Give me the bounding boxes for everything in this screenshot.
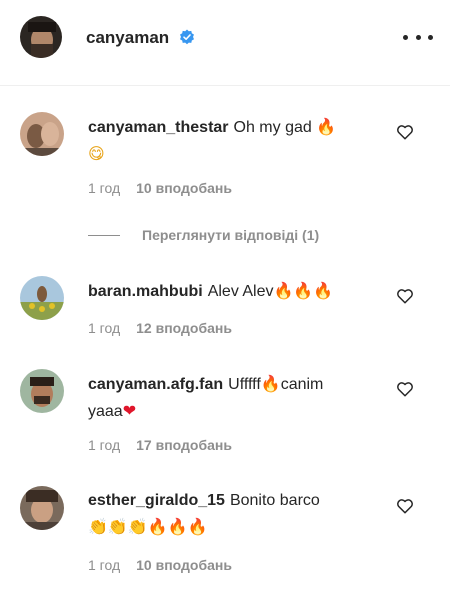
comment-text: Oh my gad bbox=[233, 119, 312, 136]
comment-time[interactable]: 1 год bbox=[88, 557, 120, 573]
replies-divider bbox=[88, 234, 120, 236]
comment-likes[interactable]: 10 вподобань bbox=[136, 557, 232, 573]
view-replies-label: Переглянути відповіді (1) bbox=[142, 227, 320, 243]
heart-outline-icon[interactable] bbox=[396, 123, 414, 141]
fire-emoji: 🔥 bbox=[316, 117, 337, 136]
comment-username[interactable]: baran.mahbubi bbox=[88, 283, 203, 300]
comment-time[interactable]: 1 год bbox=[88, 180, 120, 196]
comment-meta: 1 год 17 вподобань bbox=[88, 437, 232, 453]
heart-outline-icon[interactable] bbox=[396, 380, 414, 398]
comment-body: canyaman_thestar Oh my gad 🔥 😋 bbox=[88, 114, 378, 168]
comment-username[interactable]: canyaman_thestar bbox=[88, 119, 229, 136]
clapping-hands-emoji: 👏👏👏 bbox=[88, 517, 148, 536]
comment-meta: 1 год 10 вподобань bbox=[88, 557, 232, 573]
fire-emoji: 🔥 bbox=[260, 374, 281, 393]
comment-text: Ufffff bbox=[228, 376, 261, 393]
comment-text: Alev Alev bbox=[207, 283, 274, 300]
fire-emoji: 🔥🔥🔥 bbox=[273, 281, 334, 300]
comment-username[interactable]: canyaman.afg.fan bbox=[88, 376, 223, 393]
comment-avatar[interactable] bbox=[20, 276, 64, 320]
comment-body: baran.mahbubi Alev Alev🔥🔥🔥 bbox=[88, 278, 378, 305]
comment-text-continued: canim bbox=[280, 376, 324, 393]
comment-avatar[interactable] bbox=[20, 369, 64, 413]
comment-likes[interactable]: 10 вподобань bbox=[136, 180, 232, 196]
comment-meta: 1 год 12 вподобань bbox=[88, 320, 232, 336]
comment-body: esther_giraldo_15 Bonito barco 👏👏👏🔥🔥🔥 bbox=[88, 488, 378, 541]
comment-avatar[interactable] bbox=[20, 486, 64, 530]
author-avatar[interactable] bbox=[20, 16, 62, 58]
comment-likes[interactable]: 17 вподобань bbox=[136, 437, 232, 453]
comment-avatar[interactable] bbox=[20, 112, 64, 156]
comment-time[interactable]: 1 год bbox=[88, 437, 120, 453]
view-replies-button[interactable]: Переглянути відповіді (1) bbox=[88, 227, 319, 243]
red-heart-emoji: ❤ bbox=[122, 401, 137, 420]
comment-time[interactable]: 1 год bbox=[88, 320, 120, 336]
heart-outline-icon[interactable] bbox=[396, 497, 414, 515]
comment-meta: 1 год 10 вподобань bbox=[88, 180, 232, 196]
author-username[interactable]: canyaman bbox=[86, 28, 169, 48]
comment-text: Bonito barco bbox=[229, 492, 320, 509]
smile-emoji: 😋 bbox=[88, 144, 105, 163]
comment-text-line2: yaaa bbox=[88, 403, 123, 420]
fire-emoji: 🔥🔥🔥 bbox=[147, 517, 208, 536]
post-header: canyaman bbox=[0, 0, 450, 86]
verified-badge-icon bbox=[180, 29, 194, 45]
comment-username[interactable]: esther_giraldo_15 bbox=[88, 492, 225, 509]
comment-body: canyaman.afg.fan Ufffff🔥canim yaaa❤ bbox=[88, 371, 378, 425]
more-options-icon[interactable] bbox=[403, 27, 433, 47]
comment-likes[interactable]: 12 вподобань bbox=[136, 320, 232, 336]
heart-outline-icon[interactable] bbox=[396, 287, 414, 305]
